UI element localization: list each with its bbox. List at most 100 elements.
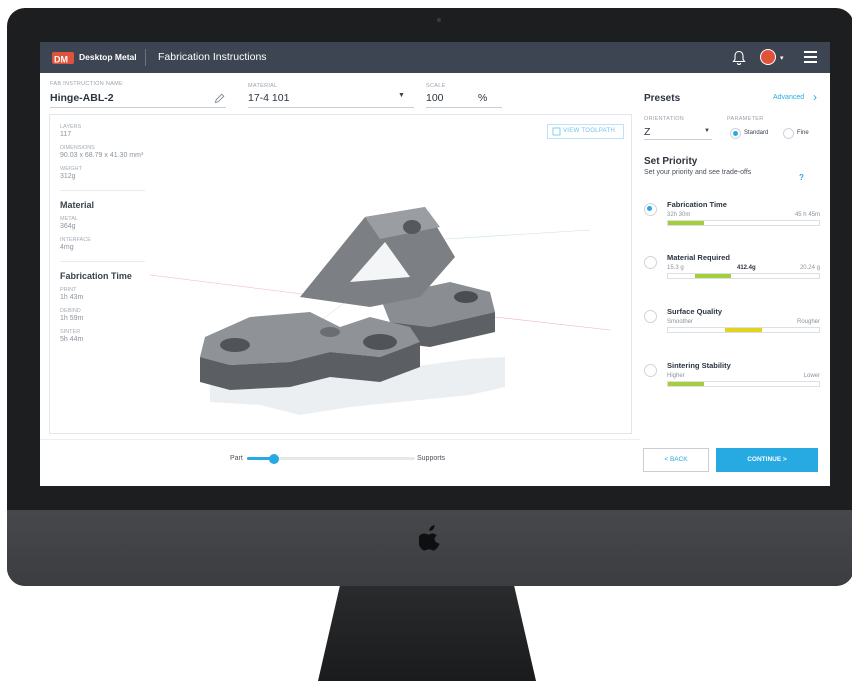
priority-bar-fill	[668, 221, 705, 225]
priority-current-value: 412.4g	[737, 265, 756, 271]
slider-supports-label: Supports	[417, 455, 446, 462]
topbar-divider	[145, 49, 146, 66]
fine-label: Fine	[797, 130, 809, 136]
scale-label: SCALE	[426, 83, 446, 89]
priority-max-label: Lower	[803, 373, 820, 379]
priority-bar	[667, 381, 820, 387]
info-divider	[60, 261, 145, 262]
weight-value: 312g	[60, 173, 76, 180]
standard-label: Standard	[744, 130, 769, 136]
orientation-select[interactable]: Z	[644, 126, 650, 138]
scale-unit: %	[478, 92, 488, 104]
print-label: PRINT	[60, 287, 77, 293]
set-priority-title: Set Priority	[644, 156, 698, 167]
slider-thumb[interactable]	[268, 453, 279, 464]
pencil-icon[interactable]	[214, 93, 225, 104]
priority-item[interactable]: Fabrication Time 32h 30m 45 h 45m	[644, 200, 820, 240]
scale-input[interactable]: 100	[426, 92, 444, 104]
priority-radio[interactable]	[644, 364, 657, 377]
priority-bar-fill	[668, 382, 705, 386]
part-supports-slider[interactable]	[247, 453, 415, 464]
material-label: MATERIAL	[248, 83, 278, 89]
footer-divider	[40, 439, 640, 440]
advanced-link[interactable]: Advanced	[773, 94, 804, 101]
app-screen: DM Desktop Metal Fabrication Instruction…	[40, 42, 830, 486]
fab-name-input[interactable]: Hinge-ABL-2	[50, 92, 114, 104]
priority-bar	[667, 220, 820, 226]
debind-label: DEBIND	[60, 308, 81, 314]
brand-name: Desktop Metal	[79, 52, 137, 62]
priority-title: Fabrication Time	[667, 200, 727, 209]
material-dropdown-icon[interactable]: ▼	[398, 92, 405, 99]
print-value: 1h 43m	[60, 294, 84, 301]
fab-name-underline	[50, 107, 226, 108]
slider-part-label: Part	[230, 455, 243, 462]
priority-min-label: 15.3 g	[667, 265, 684, 271]
continue-button[interactable]: CONTINUE >	[716, 448, 818, 472]
debind-value: 1h 59m	[60, 315, 84, 322]
parameter-label: PARAMETER	[727, 116, 764, 122]
priority-bar-fill	[695, 274, 732, 278]
interface-value: 4mg	[60, 244, 74, 251]
priority-item[interactable]: Material Required 15.3 g 412.4g 20.24 g	[644, 253, 820, 293]
presets-title: Presets	[644, 93, 681, 104]
priority-bar-fill	[725, 328, 762, 332]
part-model	[200, 207, 505, 415]
priority-min-label: Higher	[667, 373, 685, 379]
sinter-value: 5h 44m	[60, 336, 84, 343]
material-underline	[248, 107, 414, 108]
priority-title: Surface Quality	[667, 307, 723, 316]
priority-radio[interactable]	[644, 203, 657, 216]
priority-radio[interactable]	[644, 310, 657, 323]
info-divider	[60, 190, 145, 191]
fabrication-time-section-title: Fabrication Time	[60, 271, 132, 281]
chevron-down-icon[interactable]: ▾	[780, 54, 784, 62]
brand-logo-icon: DM	[52, 52, 74, 65]
priority-max-label: Rougher	[796, 319, 820, 325]
monitor-chin	[7, 510, 852, 586]
priority-item[interactable]: Sintering Stability Higher Lower	[644, 361, 820, 401]
help-icon[interactable]: ?	[799, 173, 804, 182]
dimensions-value: 90.03 x 68.79 x 41.30 mm³	[60, 152, 144, 159]
priority-radio[interactable]	[644, 256, 657, 269]
priority-bar	[667, 327, 820, 333]
priority-item[interactable]: Surface Quality Smoother Rougher	[644, 307, 820, 347]
dimensions-label: DIMENSIONS	[60, 145, 95, 151]
priority-min-label: 32h 30m	[667, 212, 691, 218]
monitor-stand	[318, 586, 536, 681]
priority-max-label: 20.24 g	[799, 265, 820, 271]
orientation-dropdown-icon[interactable]: ▼	[704, 128, 710, 134]
chevron-right-icon[interactable]: ›	[813, 90, 817, 104]
hamburger-menu-icon[interactable]	[804, 51, 817, 63]
metal-label: METAL	[60, 216, 78, 222]
scale-underline	[426, 107, 502, 108]
orientation-label: ORIENTATION	[644, 116, 685, 122]
material-section-title: Material	[60, 200, 95, 210]
weight-label: WEIGHT	[60, 166, 82, 172]
priority-bar	[667, 273, 820, 279]
view-toolpath-button[interactable]: VIEW TOOLPATH	[547, 124, 624, 139]
svg-text:DM: DM	[54, 55, 68, 65]
sinter-label: SINTER	[60, 329, 81, 335]
priority-title: Material Required	[667, 253, 730, 262]
view-toolpath-label: VIEW TOOLPATH	[563, 128, 616, 134]
fab-name-label: FAB INSTRUCTION NAME	[50, 81, 123, 87]
page-title: Fabrication Instructions	[158, 51, 267, 63]
set-priority-subtitle: Set your priority and see trade-offs	[644, 169, 752, 176]
layers-value: 117	[60, 131, 72, 138]
fine-radio[interactable]	[783, 128, 794, 139]
bell-icon[interactable]	[732, 50, 746, 65]
metal-value: 364g	[60, 223, 76, 230]
standard-radio[interactable]	[730, 128, 741, 139]
interface-label: INTERFACE	[60, 237, 91, 243]
user-avatar[interactable]	[760, 49, 776, 65]
priority-max-label: 45 h 45m	[794, 212, 820, 218]
toolpath-icon	[552, 127, 561, 136]
material-select[interactable]: 17-4 101	[248, 92, 289, 104]
top-bar: DM Desktop Metal Fabrication Instruction…	[40, 42, 830, 73]
monitor-camera	[437, 18, 441, 22]
back-button[interactable]: < BACK	[643, 448, 709, 472]
apple-logo-icon	[419, 525, 440, 551]
priority-title: Sintering Stability	[667, 361, 731, 370]
model-viewer[interactable]: LAYERS 117 DIMENSIONS 90.03 x 68.79 x 41…	[49, 114, 632, 434]
